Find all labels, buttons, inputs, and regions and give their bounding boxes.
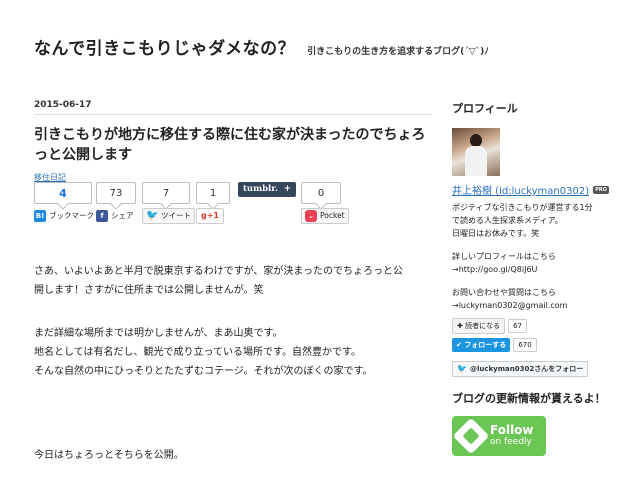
profile-details-link[interactable]: →http://goo.gl/Q8iJ6U — [452, 263, 612, 276]
facebook-count[interactable]: 73 — [96, 182, 136, 210]
site-header: なんで引きこもりじゃダメなの？ 引きこもりの生き方を追求するブログ(´▽`)ﾉ — [34, 34, 489, 59]
follow-count: 670 — [513, 338, 537, 352]
subscribe-reader-button[interactable]: ✚ 読者になる — [452, 318, 506, 334]
contact-email[interactable]: →luckyman0302@gmail.com — [452, 299, 612, 312]
feedly-follow-button[interactable]: Follow on feedly — [452, 416, 546, 456]
entry-paragraph: 今日はちょろっとそちらを公開。 — [34, 450, 184, 461]
profile-heading: プロフィール — [452, 102, 518, 115]
tumblr-button[interactable]: tumblr. + — [238, 182, 297, 197]
reader-row: ✚ 読者になる 67 — [452, 318, 612, 334]
twitter-bird-icon: 🐦 — [146, 210, 159, 221]
entry-paragraph: まだ詳細な場所までは明かしませんが、まあ山奥です。 地名としては有名だし、観光で… — [34, 328, 373, 377]
follow-row: ✔ フォローする 670 — [452, 338, 612, 352]
profile-bio: ポジティブな引きこもりが運営する1分 で読める人生探求系メディア。 日曜日はお休… — [452, 203, 593, 238]
share-buttons: 4 B! ブックマーク 73 f シェア 7 🐦 ツイート 1 g+1 tumb… — [34, 182, 432, 230]
entry-paragraph: さあ、いよいよあと半月で脱東京するわけですが、家が決まったのでちょろっと公 開し… — [34, 266, 403, 296]
hatena-bookmark-button[interactable]: B! ブックマーク — [34, 208, 94, 224]
twitter-follow-button[interactable]: ✔ フォローする — [452, 338, 511, 352]
entry-date[interactable]: 2015-06-17 — [34, 100, 432, 115]
pocket-button[interactable]: ⌄ Pocket — [301, 208, 349, 224]
twitter-count[interactable]: 7 — [142, 182, 190, 210]
profile-details: 詳しいプロフィールはこちら →http://goo.gl/Q8iJ6U — [452, 250, 612, 276]
site-description: 引きこもりの生き方を追求するブログ(´▽`)ﾉ — [307, 47, 489, 57]
sidebar: プロフィール 井上裕樹 (id:luckyman0302) PRO ポジティブな… — [452, 100, 612, 456]
profile-name: 井上裕樹 (id:luckyman0302) PRO — [452, 182, 612, 197]
profile-name-link[interactable]: 井上裕樹 (id:luckyman0302) — [452, 182, 589, 197]
feedly-icon — [452, 417, 490, 455]
main-content: 2015-06-17 引きこもりが地方に移住する際に住む家が決まったのでちょろっ… — [34, 100, 432, 461]
pro-badge: PRO — [593, 185, 609, 194]
tweet-button[interactable]: 🐦 ツイート — [142, 208, 195, 224]
facebook-icon: f — [96, 210, 108, 222]
pocket-count[interactable]: 0 — [301, 182, 341, 210]
feed-heading: ブログの更新情報が貰えるよ！ — [452, 392, 606, 405]
google-plus-count[interactable]: 1 — [196, 182, 230, 210]
site-title[interactable]: なんで引きこもりじゃダメなの？ — [34, 34, 295, 59]
reader-count: 67 — [508, 319, 528, 333]
facebook-share-button[interactable]: f シェア — [96, 208, 134, 224]
twitter-bird-icon: 🐦 — [457, 364, 467, 373]
google-plus-button[interactable]: g+1 — [196, 208, 224, 224]
profile-contact: お問い合わせや質問はこちら →luckyman0302@gmail.com — [452, 286, 612, 312]
twitter-follow-user-button[interactable]: 🐦 @luckyman0302さんをフォロー — [452, 360, 589, 377]
hatena-count[interactable]: 4 — [34, 182, 92, 210]
avatar[interactable] — [452, 128, 500, 176]
entry-title[interactable]: 引きこもりが地方に移住する際に住む家が決まったのでちょろっと公開します — [34, 125, 432, 165]
pocket-icon: ⌄ — [305, 210, 317, 222]
hatena-icon: B! — [34, 210, 46, 222]
